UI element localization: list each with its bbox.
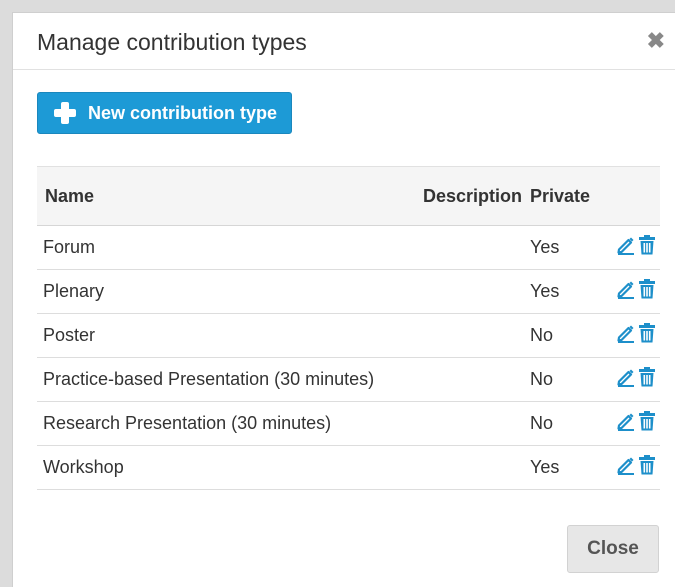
row-actions: [606, 314, 660, 358]
table-row: Workshop Yes: [37, 446, 660, 490]
table-row: Practice-based Presentation (30 minutes)…: [37, 358, 660, 402]
delete-icon[interactable]: [638, 455, 656, 475]
row-description: [411, 358, 530, 402]
row-name: Workshop: [43, 457, 124, 477]
plus-icon: [54, 102, 76, 124]
row-actions: [606, 270, 660, 314]
close-x-icon[interactable]: ✖: [647, 30, 665, 52]
delete-icon[interactable]: [638, 367, 656, 387]
delete-icon[interactable]: [638, 235, 656, 255]
row-description: [411, 270, 530, 314]
row-actions: [606, 358, 660, 402]
row-name: Forum: [43, 237, 96, 257]
row-actions: [606, 226, 660, 270]
row-private: No: [530, 413, 554, 433]
edit-icon[interactable]: [616, 367, 636, 387]
row-private: No: [530, 369, 554, 389]
header-actions: [606, 167, 660, 226]
manage-contribution-types-dialog: Manage contribution types ✖ New contribu…: [12, 12, 675, 587]
header-private: Private: [530, 185, 591, 206]
row-name: Research Presentation (30 minutes): [43, 413, 332, 433]
row-description: [411, 402, 530, 446]
row-name: Plenary: [43, 281, 105, 301]
table-row: Poster No: [37, 314, 660, 358]
row-private: Yes: [530, 457, 560, 477]
edit-icon[interactable]: [616, 411, 636, 431]
row-name: Poster: [43, 325, 96, 345]
edit-icon[interactable]: [616, 455, 636, 475]
edit-icon[interactable]: [616, 323, 636, 343]
row-description: [411, 314, 530, 358]
header-name: Name: [45, 185, 95, 206]
delete-icon[interactable]: [638, 279, 656, 299]
close-button[interactable]: Close: [567, 525, 659, 573]
edit-icon[interactable]: [616, 235, 636, 255]
row-description: [411, 446, 530, 490]
new-contribution-type-label: New contribution type: [88, 102, 277, 123]
header-description: Description: [422, 185, 522, 206]
delete-icon[interactable]: [638, 411, 656, 431]
row-private: Yes: [530, 281, 560, 301]
table-row: Research Presentation (30 minutes) No: [37, 402, 660, 446]
row-name: Practice-based Presentation (30 minutes): [43, 369, 375, 389]
new-contribution-type-button[interactable]: New contribution type: [37, 92, 292, 134]
table-header-row: Name Description Private: [37, 166, 660, 226]
dialog-title: Manage contribution types: [37, 29, 307, 55]
row-actions: [606, 446, 660, 490]
row-description: [411, 226, 530, 270]
edit-icon[interactable]: [616, 279, 636, 299]
contribution-types-table: Name Description Private Forum Yes Plenary…: [37, 166, 660, 490]
row-actions: [606, 402, 660, 446]
table-row: Forum Yes: [37, 226, 660, 270]
delete-icon[interactable]: [638, 323, 656, 343]
table-row: Plenary Yes: [37, 270, 660, 314]
row-private: Yes: [530, 237, 560, 257]
row-private: No: [530, 325, 554, 345]
dialog-header: Manage contribution types ✖: [13, 13, 675, 70]
